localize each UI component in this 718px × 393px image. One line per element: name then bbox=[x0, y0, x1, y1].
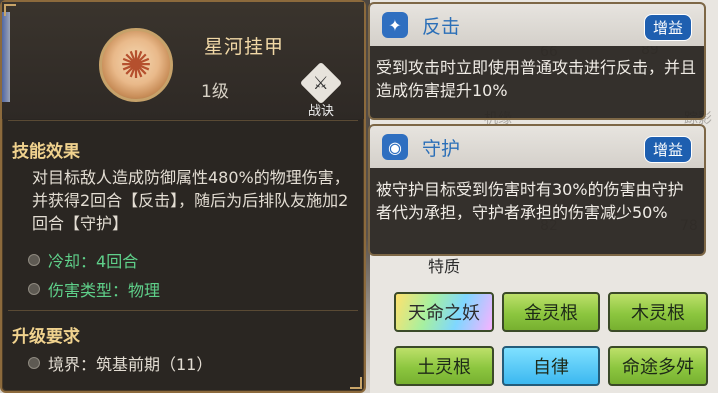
damage-type-label: 伤害类型： bbox=[48, 281, 129, 300]
upgrade-requirement: 境界：筑基前期（11） bbox=[48, 355, 213, 374]
trait-misfortune[interactable]: 命途多舛 bbox=[608, 346, 708, 386]
trait-wood-root[interactable]: 木灵根 bbox=[608, 292, 708, 332]
skill-description: 对目标敌人造成防御属性480%的物理伤害，并获得2回合【反击】，随后为后排队友施… bbox=[32, 168, 350, 233]
buff-badge: 增益 bbox=[643, 14, 692, 41]
buff-description: 受到攻击时立即使用普通攻击进行反击，并且造成伤害提升10% bbox=[376, 58, 697, 100]
buff-name: 守护 bbox=[422, 138, 461, 160]
divider bbox=[8, 120, 358, 121]
corner-ornament bbox=[350, 377, 362, 389]
buff-tooltip-guard: ◉ 守护 增益 被守护目标受到伤害时有30%的伤害由守护者代为承担，守护者承担的… bbox=[368, 124, 706, 256]
cooldown-row: 冷却： 4回合 bbox=[28, 248, 138, 272]
bullet-icon bbox=[28, 254, 40, 266]
skill-level: 1级 bbox=[201, 82, 229, 102]
damage-type-row: 伤害类型： 物理 bbox=[28, 277, 160, 301]
cooldown-value: 4回合 bbox=[96, 252, 139, 271]
damage-type-value: 物理 bbox=[128, 281, 161, 300]
bullet-icon bbox=[28, 357, 40, 369]
skill-card: 星河挂甲 1级 ⚔ 战诀 技能效果 对目标敌人造成防御属性480%的物理伤害，并… bbox=[0, 0, 366, 393]
skill-emblem-icon bbox=[99, 28, 173, 102]
skill-name: 星河挂甲 bbox=[204, 36, 285, 58]
crossed-axes-icon: ⚔ bbox=[299, 61, 343, 105]
trait-earth-root[interactable]: 土灵根 bbox=[394, 346, 494, 386]
buff-name: 反击 bbox=[422, 16, 461, 38]
bullet-icon bbox=[28, 283, 40, 295]
divider bbox=[8, 310, 358, 311]
traits-title: 特质 bbox=[428, 257, 461, 276]
trait-self-discipline[interactable]: 自律 bbox=[502, 346, 600, 386]
buff-tooltip-counter: ✦ 反击 增益 受到攻击时立即使用普通攻击进行反击，并且造成伤害提升10% bbox=[368, 2, 706, 120]
effect-title: 技能效果 bbox=[12, 142, 80, 162]
upgrade-requirement-row: 境界：筑基前期（11） bbox=[28, 351, 212, 375]
trait-tianming[interactable]: 天命之妖 bbox=[394, 292, 494, 332]
skill-tag: ⚔ 战诀 bbox=[299, 61, 343, 119]
corner-ornament bbox=[4, 4, 16, 16]
guard-shield-icon: ◉ bbox=[382, 134, 408, 160]
buff-badge: 增益 bbox=[643, 136, 692, 163]
upgrade-title: 升级要求 bbox=[12, 327, 80, 347]
counter-attack-icon: ✦ bbox=[382, 12, 408, 38]
buff-description: 被守护目标受到伤害时有30%的伤害由守护者代为承担，守护者承担的伤害减少50% bbox=[376, 180, 684, 222]
cooldown-label: 冷却： bbox=[48, 252, 97, 271]
card-edge-decoration bbox=[2, 12, 10, 102]
trait-metal-root[interactable]: 金灵根 bbox=[502, 292, 600, 332]
